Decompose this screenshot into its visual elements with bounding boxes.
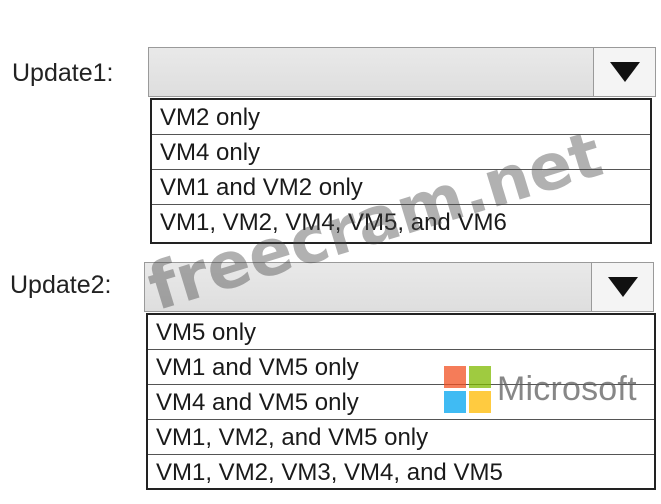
update2-option-list: VM5 only VM1 and VM5 only VM4 and VM5 on…: [146, 313, 656, 490]
update1-option[interactable]: VM1 and VM2 only: [152, 170, 650, 205]
update2-option[interactable]: VM1, VM2, and VM5 only: [148, 420, 654, 455]
update2-option[interactable]: VM5 only: [148, 315, 654, 350]
update1-dropdown[interactable]: [148, 47, 656, 97]
update1-option[interactable]: VM4 only: [152, 135, 650, 170]
update1-label: Update1:: [12, 59, 114, 87]
update2-option[interactable]: VM1 and VM5 only: [148, 350, 654, 385]
update1-option[interactable]: VM1, VM2, VM4, VM5, and VM6: [152, 205, 650, 240]
update2-label: Update2:: [10, 271, 112, 299]
update2-option[interactable]: VM4 and VM5 only: [148, 385, 654, 420]
update2-option[interactable]: VM1, VM2, VM3, VM4, and VM5: [148, 455, 654, 490]
triangle-down-icon: [607, 277, 638, 297]
update1-option-list: VM2 only VM4 only VM1 and VM2 only VM1, …: [150, 98, 652, 244]
update2-dropdown[interactable]: [144, 262, 654, 312]
update1-dropdown-button[interactable]: [593, 48, 655, 96]
triangle-down-icon: [609, 62, 640, 82]
update1-option[interactable]: VM2 only: [152, 100, 650, 135]
update2-dropdown-button[interactable]: [591, 263, 653, 311]
